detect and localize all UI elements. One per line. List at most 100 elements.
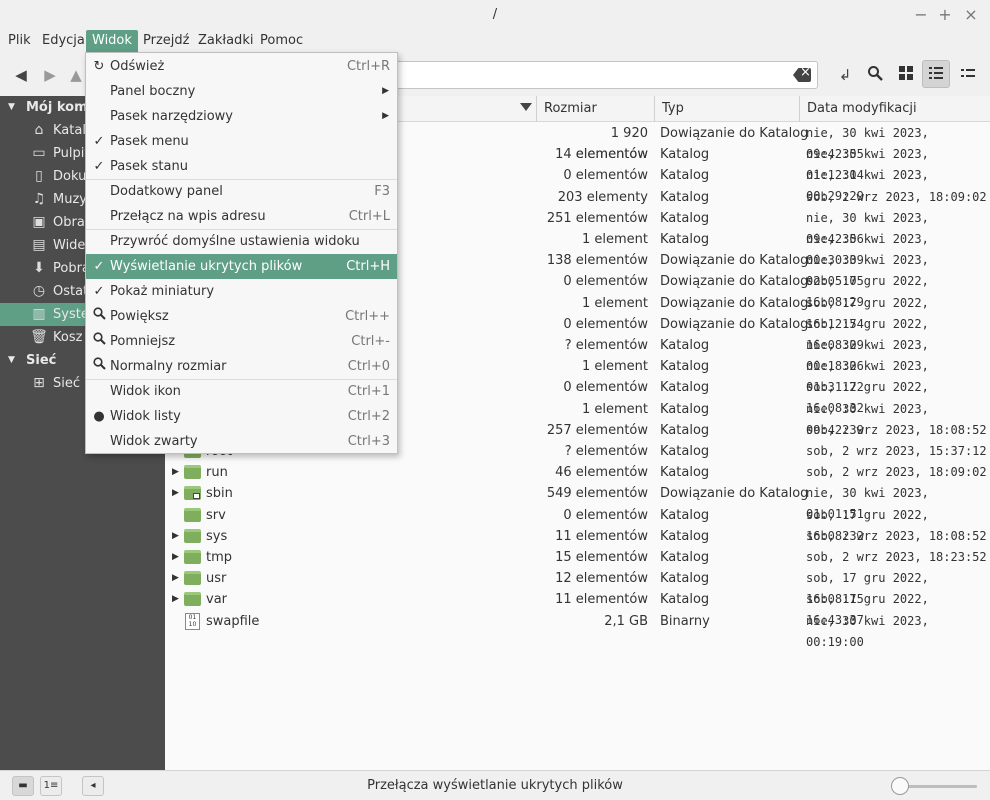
menu-item[interactable]: ✓ Pasek stanu — [86, 154, 397, 179]
file-size: 12 elementów — [555, 571, 648, 587]
file-date: nie, 30 kwi 2023, 00:19:00 — [806, 613, 929, 649]
menu-item[interactable]: Dodatkowy panel F3 — [86, 179, 397, 204]
menu-item-label: Widok listy — [110, 409, 181, 424]
menu-item[interactable]: ↻ Odśwież Ctrl+R — [86, 54, 397, 79]
menu-pomoc[interactable]: Pomoc — [254, 30, 309, 52]
window-title: / — [492, 7, 498, 22]
clear-location-icon[interactable] — [793, 68, 811, 82]
menu-item[interactable]: Panel boczny ▶ — [86, 79, 397, 104]
menu-item[interactable]: Widok zwarty Ctrl+3 — [86, 429, 397, 454]
file-type: Dowiązanie do Katalog — [660, 295, 809, 311]
menu-item[interactable]: Przełącz na wpis adresu Ctrl+L — [86, 204, 397, 229]
zoom-slider-handle[interactable] — [891, 777, 909, 795]
expander-icon[interactable]: ▼ — [8, 349, 15, 372]
file-name: sbin — [206, 486, 233, 502]
menu-item[interactable]: ✓ Pasek menu — [86, 129, 397, 154]
file-size: 1 element — [581, 232, 648, 247]
table-row[interactable]: 01 10 swapfile 2,1 GB Binarny nie, 30 kwi 202… — [165, 611, 990, 649]
expander-icon[interactable]: ▶ — [172, 526, 179, 547]
menu-item[interactable]: ● Widok listy Ctrl+2 — [86, 404, 397, 429]
close-button[interactable]: × — [962, 6, 980, 24]
location-bar[interactable] — [390, 61, 818, 89]
file-name: sys — [206, 528, 228, 544]
menu-item-label: Normalny rozmiar — [110, 359, 227, 374]
menu-item-shortcut: Ctrl+R — [346, 59, 390, 74]
table-row[interactable]: ▶ run 46 elementów Katalog sob, 2 wrz 2023, … — [165, 462, 990, 483]
zoom-icon — [90, 354, 108, 379]
list-view-icon[interactable] — [926, 65, 946, 85]
menu-przejdz[interactable]: Przejdź — [137, 30, 195, 52]
table-row[interactable]: srv 0 elementów Katalog sob, 17 gru 2022, 1… — [165, 505, 990, 543]
zoom-icon — [90, 329, 108, 354]
menu-edycja[interactable]: Edycja — [36, 30, 91, 52]
expander-icon[interactable]: ▶ — [172, 568, 179, 589]
file-name: var — [206, 592, 228, 608]
table-row[interactable]: ▶ tmp 15 elementów Katalog sob, 2 wrz 2023, … — [165, 547, 990, 568]
menu-plik[interactable]: Plik — [2, 30, 37, 52]
menu-item[interactable]: Pomniejsz Ctrl+- — [86, 329, 397, 354]
file-size: 138 elementów — [546, 253, 648, 269]
menu-item[interactable]: Widok ikon Ctrl+1 — [86, 379, 397, 404]
menu-item[interactable]: Pasek narzędziowy ▶ — [86, 104, 397, 129]
file-type: Katalog — [660, 210, 710, 226]
minimize-button[interactable]: − — [912, 6, 930, 24]
compact-view-icon[interactable] — [958, 65, 978, 85]
menu-item-label: Wyświetlanie ukrytych plików — [110, 259, 303, 274]
file-size: 1 element — [581, 295, 648, 311]
open-terminal-icon[interactable]: ↲ — [835, 65, 855, 85]
file-type: Katalog — [660, 528, 710, 544]
expander-icon[interactable]: ▼ — [8, 96, 15, 119]
back-icon[interactable]: ◀ — [11, 65, 31, 85]
menu-zakladki[interactable]: Zakładki — [192, 30, 259, 52]
menu-item-label: Powiększ — [110, 309, 169, 324]
column-size[interactable]: Rozmiar — [536, 96, 654, 122]
sort-descending-icon — [520, 103, 532, 111]
table-row[interactable]: ▶ usr 12 elementów Katalog sob, 17 gru 2022,… — [165, 568, 990, 606]
expander-icon[interactable]: ▶ — [172, 462, 179, 483]
file-size: 46 elementów — [555, 465, 648, 481]
checkmark-icon: ✓ — [93, 259, 105, 274]
file-type: Dowiązanie do Katalog — [660, 486, 809, 502]
icon-view-icon[interactable] — [896, 65, 916, 85]
expander-icon[interactable]: ▶ — [172, 547, 179, 568]
table-row[interactable]: ▶ sys 11 elementów Katalog sob, 2 wrz 2023, … — [165, 526, 990, 547]
file-date: sob, 2 wrz 2023, 18:09:02 — [806, 189, 987, 204]
file-size: 1 element — [581, 401, 648, 417]
expander-icon[interactable]: ▶ — [172, 589, 179, 610]
menu-item[interactable]: Powiększ Ctrl++ — [86, 304, 397, 329]
file-type: Katalog — [660, 550, 710, 565]
file-size: 0 elementów — [563, 316, 648, 332]
expander-icon[interactable]: ▶ — [172, 483, 179, 504]
table-row[interactable]: ▶ var 11 elementów Katalog sob, 17 gru 2022,… — [165, 589, 990, 627]
checkmark-icon: ✓ — [93, 134, 105, 149]
menu-item[interactable]: ✓ Wyświetlanie ukrytych plików Ctrl+H — [86, 254, 397, 279]
menu-bar: Plik Edycja Widok Przejdź Zakładki Pomoc — [0, 30, 990, 52]
radio-dot-icon: ● — [93, 409, 105, 424]
checkmark-icon: ✓ — [93, 284, 105, 299]
menu-item[interactable]: Normalny rozmiar Ctrl+0 — [86, 354, 397, 379]
menu-item-label: Pasek menu — [110, 134, 189, 149]
search-icon[interactable] — [865, 65, 885, 85]
maximize-button[interactable]: + — [936, 6, 954, 24]
document-icon: ▯ — [35, 168, 43, 184]
menu-item[interactable]: Przywróć domyślne ustawienia widoku — [86, 229, 397, 254]
column-type[interactable]: Typ — [654, 96, 800, 122]
menu-item-label: Pasek stanu — [110, 159, 188, 174]
file-size: 203 elementy — [557, 189, 648, 205]
file-name: tmp — [206, 550, 233, 565]
status-message: Przełącza wyświetlanie ukrytych plików — [367, 778, 623, 793]
status-bar: ▬ 1≡ ◂ Przełącza wyświetlanie ukrytych p… — [0, 770, 990, 800]
menu-item[interactable]: ✓ Pokaż miniatury — [86, 279, 397, 304]
table-row[interactable]: ▶ sbin 549 elementów Dowiązanie do Katalog n… — [165, 483, 990, 521]
menu-item-label: Przywróć domyślne ustawienia widoku — [110, 234, 360, 249]
file-size: 0 elementów — [563, 380, 648, 396]
file-type: Katalog — [660, 444, 710, 459]
menu-item-shortcut: Ctrl+1 — [347, 384, 390, 399]
file-date: sob, 2 wrz 2023, 15:37:12 — [806, 444, 987, 458]
file-type: Katalog — [660, 422, 710, 438]
forward-icon[interactable]: ▶ — [40, 65, 60, 85]
up-icon[interactable]: ▲ — [66, 65, 86, 85]
menu-widok[interactable]: Widok — [86, 30, 138, 52]
column-date[interactable]: Data modyfikacji — [799, 96, 990, 122]
binary-file-icon: 01 10 — [185, 612, 200, 630]
